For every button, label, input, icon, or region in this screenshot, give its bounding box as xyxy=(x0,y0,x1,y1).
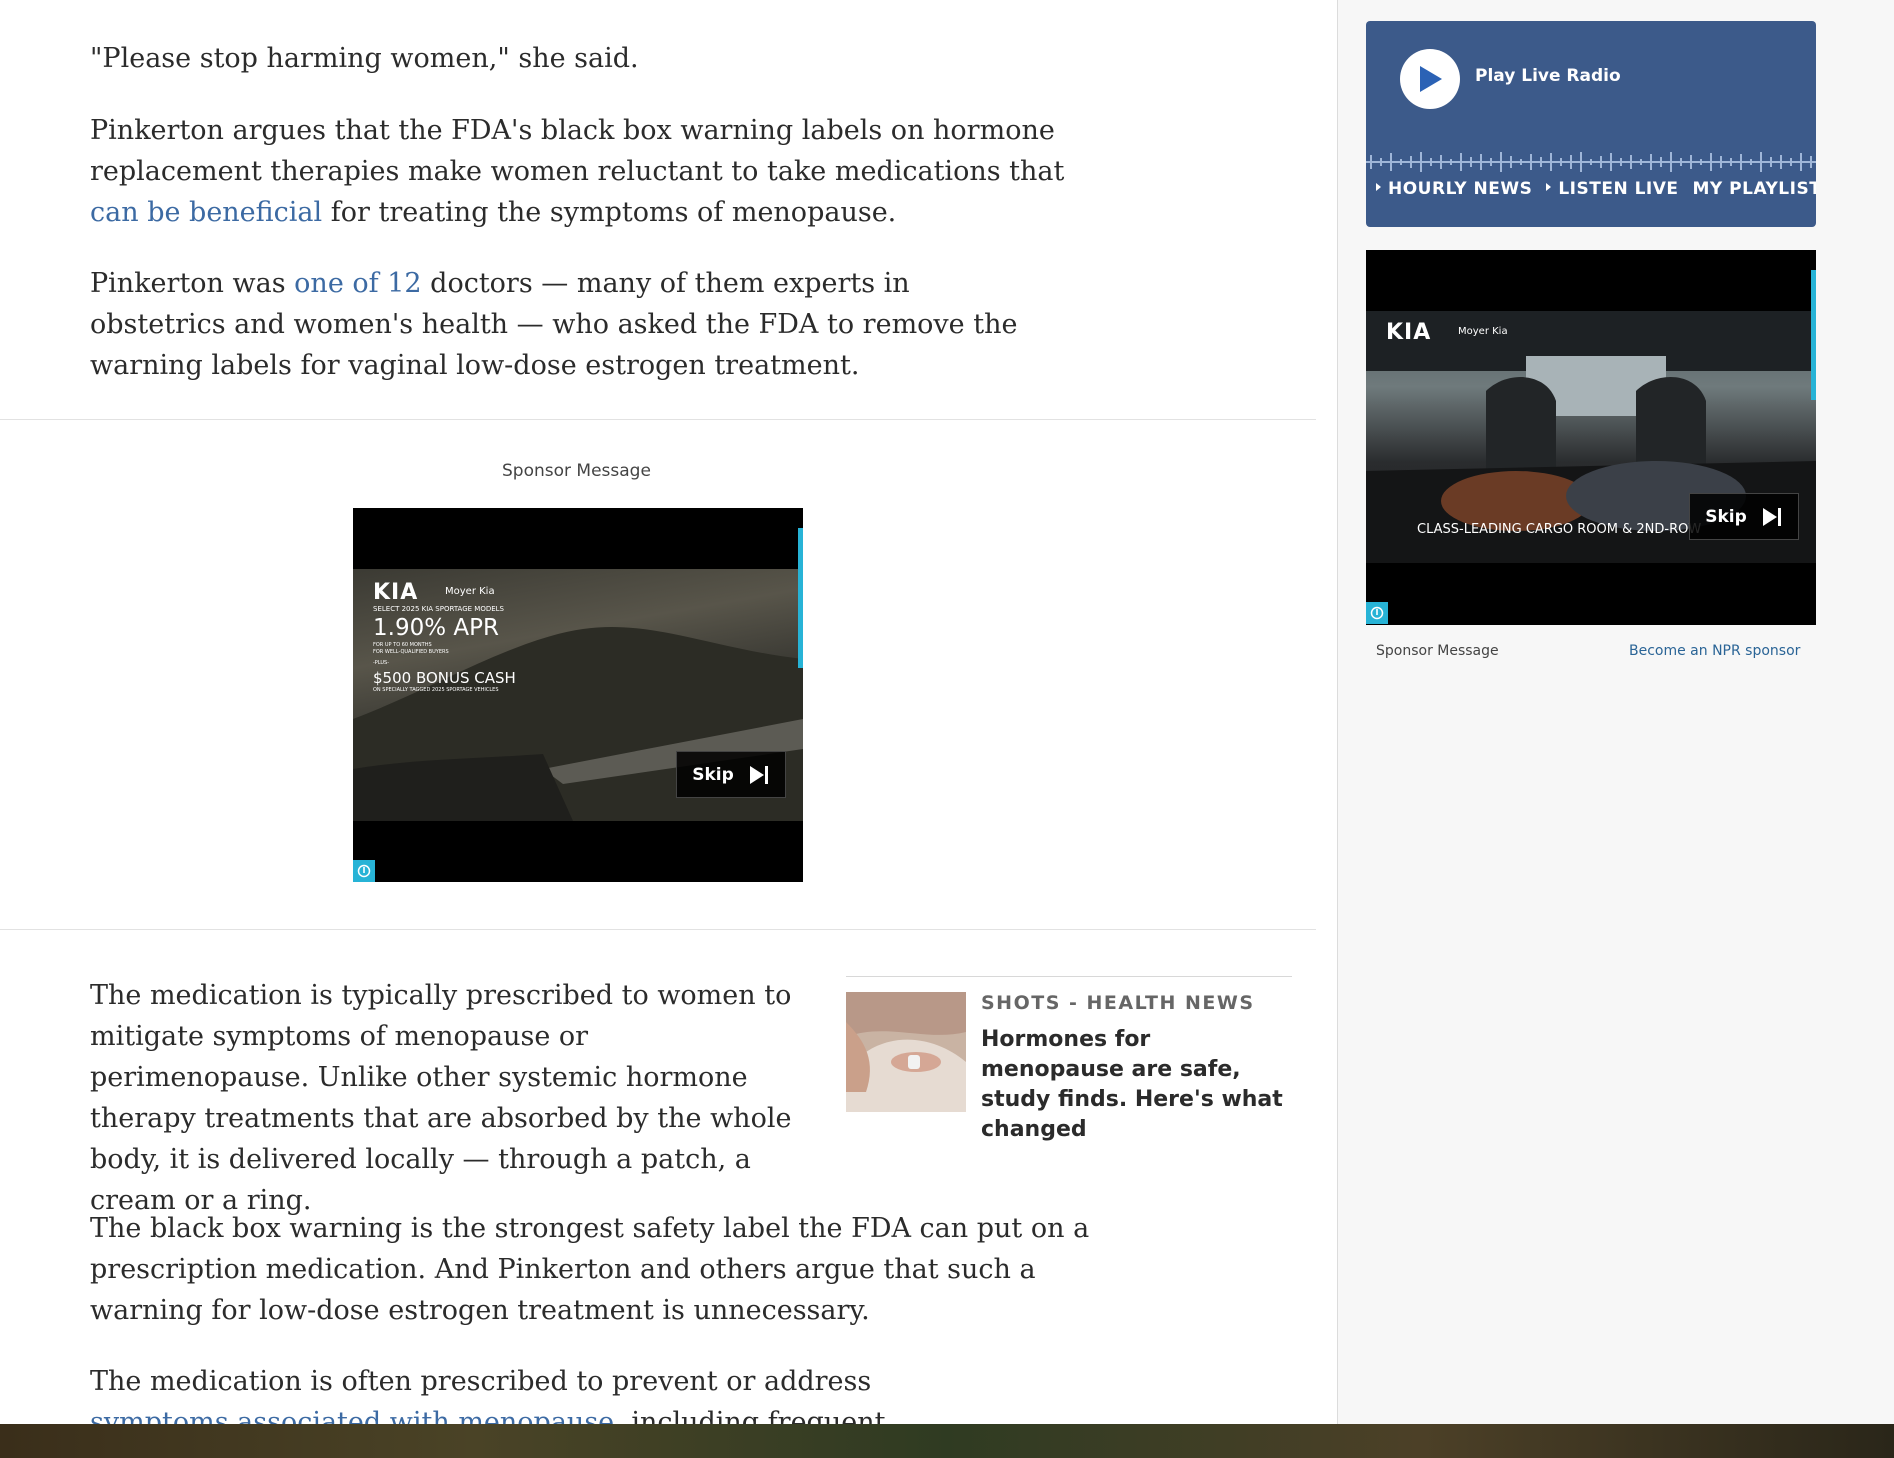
bottom-banner-image xyxy=(0,1424,1894,1458)
play-icon xyxy=(1420,66,1442,92)
listen-live-link[interactable]: LISTEN LIVE xyxy=(1546,179,1678,199)
ad-apr: 1.90% APR xyxy=(373,615,499,641)
play-button[interactable] xyxy=(1400,49,1460,109)
radio-links: HOURLY NEWS LISTEN LIVE MY PLAYLIST xyxy=(1376,179,1816,199)
paragraph: The medication is often prescribed to pr… xyxy=(90,1361,990,1424)
text: for treating the symptoms of menopause. xyxy=(322,197,897,228)
hourly-news-link[interactable]: HOURLY NEWS xyxy=(1376,179,1532,199)
paragraph: Pinkerton was one of 12 doctors — many o… xyxy=(90,263,1050,386)
inline-video-ad[interactable]: KIA Moyer Kia SELECT 2025 KIA SPORTAGE M… xyxy=(353,508,803,882)
related-story-image[interactable] xyxy=(846,992,966,1112)
article-column: … "Please stop harming women," she said.… xyxy=(0,0,1316,1424)
ad-line: -PLUS- xyxy=(373,660,389,666)
quote-paragraph: "Please stop harming women," she said. xyxy=(90,43,639,74)
my-playlist-link[interactable]: MY PLAYLIST xyxy=(1693,179,1816,199)
related-story-category[interactable]: SHOTS - HEALTH NEWS xyxy=(981,992,1255,1014)
divider xyxy=(0,929,1316,930)
skip-forward-icon xyxy=(749,765,768,784)
become-npr-sponsor-link[interactable]: Become an NPR sponsor xyxy=(1629,643,1800,659)
audio-waveform xyxy=(1366,152,1816,172)
link-label: HOURLY NEWS xyxy=(1388,179,1533,199)
ad-line: SELECT 2025 KIA SPORTAGE MODELS xyxy=(373,605,504,613)
sponsor-message-label: Sponsor Message xyxy=(1376,643,1499,659)
related-story-title[interactable]: Hormones for menopause are safe, study f… xyxy=(981,1025,1291,1145)
link-one-of-12[interactable]: one of 12 xyxy=(294,268,421,299)
link-symptoms-menopause[interactable]: symptoms associated with menopause xyxy=(90,1407,614,1424)
ad-progress-accent xyxy=(1811,270,1816,400)
sidebar-video-ad[interactable]: KIA Moyer Kia CLASS-LEADING CARGO ROOM &… xyxy=(1366,250,1816,625)
caret-right-icon xyxy=(1376,183,1381,191)
skip-ad-button[interactable]: Skip xyxy=(676,751,786,798)
sponsor-message-label: Sponsor Message xyxy=(502,461,651,481)
text: The medication is often prescribed to pr… xyxy=(90,1366,872,1397)
skip-label: Skip xyxy=(1705,506,1747,527)
play-live-radio-label[interactable]: Play Live Radio xyxy=(1475,66,1621,86)
caret-right-icon xyxy=(1546,183,1552,191)
paragraph: The medication is typically prescribed t… xyxy=(90,980,792,1216)
link-label: LISTEN LIVE xyxy=(1558,179,1679,199)
cut-off-text: … xyxy=(90,0,117,1)
link-label: MY PLAYLIST xyxy=(1692,179,1816,199)
text: Pinkerton argues that the FDA's black bo… xyxy=(90,115,1065,187)
ad-line: FOR UP TO 60 MONTHS xyxy=(373,642,432,648)
ad-line: ON SPECIALLY TAGGED 2025 SPORTAGE VEHICL… xyxy=(373,687,499,693)
kia-logo: KIA xyxy=(1386,320,1432,345)
ad-progress-accent xyxy=(798,528,803,668)
skip-label: Skip xyxy=(692,764,734,785)
ad-caption: CLASS-LEADING CARGO ROOM & 2ND-ROW xyxy=(1417,522,1702,537)
paragraph: The black box warning is the strongest s… xyxy=(90,1213,1090,1326)
kia-logo: KIA xyxy=(373,580,419,605)
skip-ad-button[interactable]: Skip xyxy=(1689,493,1799,540)
ad-bonus: $500 BONUS CASH xyxy=(373,669,516,687)
related-divider xyxy=(846,976,1292,977)
paragraph: Pinkerton argues that the FDA's black bo… xyxy=(90,110,1080,233)
ad-line: FOR WELL-QUALIFIED BUYERS xyxy=(373,649,449,655)
skip-forward-icon xyxy=(1762,507,1781,526)
ad-dealer: Moyer Kia xyxy=(1458,326,1508,337)
ad-dealer: Moyer Kia xyxy=(445,586,495,597)
link-can-be-beneficial[interactable]: can be beneficial xyxy=(90,197,322,228)
live-radio-widget: Play Live Radio HOURLY NEWS LISTEN LIVE … xyxy=(1366,21,1816,227)
ad-choices-icon[interactable] xyxy=(1366,602,1388,624)
ad-choices-icon[interactable] xyxy=(353,860,375,882)
text: Pinkerton was xyxy=(90,268,295,299)
divider xyxy=(0,419,1316,420)
